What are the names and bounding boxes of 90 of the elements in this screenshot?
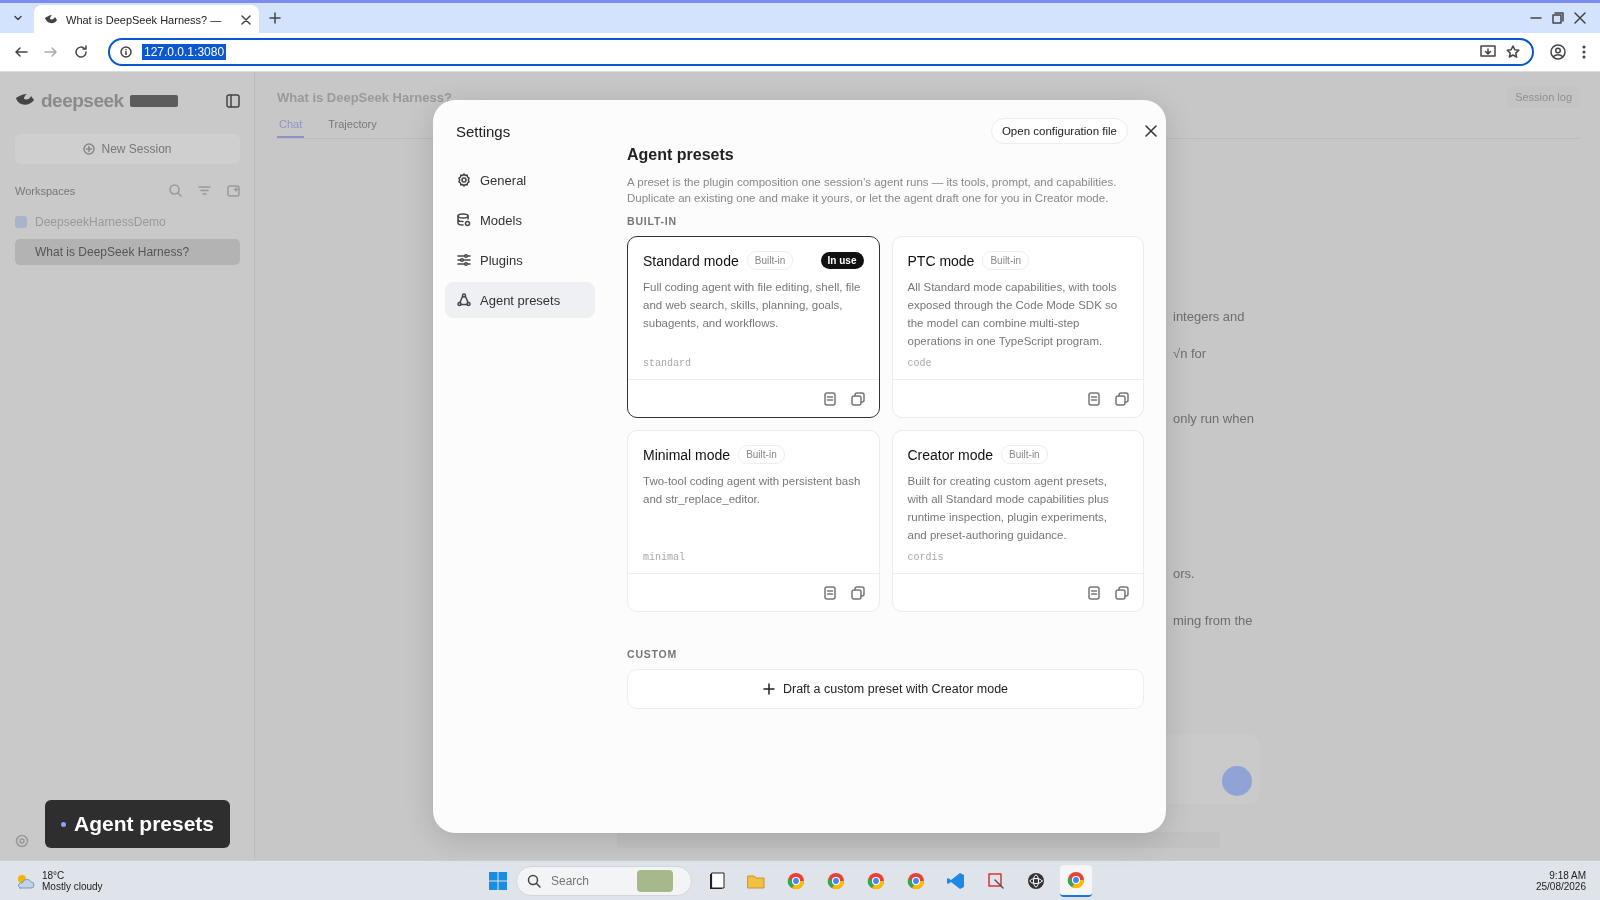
in-use-tag: In use [820, 252, 864, 269]
browser-icon [906, 870, 926, 891]
group-label: CUSTOM [627, 648, 679, 660]
nodes-icon [457, 293, 471, 307]
weather-text: Mostly cloudy [42, 880, 103, 892]
atom-icon [1026, 870, 1046, 891]
built-in-tag: Built-in [738, 445, 785, 464]
message-text: ors. [1173, 566, 1196, 581]
back-icon[interactable] [14, 45, 28, 59]
clock-date: 25/08/2026 [1535, 880, 1586, 892]
section-heading: Agent presets [627, 146, 735, 164]
preset-name: Standard mode [643, 252, 739, 269]
search-input[interactable]: Search [549, 872, 629, 889]
built-in-tag: Built-in [1001, 445, 1048, 464]
copy-icon[interactable] [850, 391, 865, 406]
section-label: Workspaces [15, 184, 76, 197]
sidebar-toggle-icon[interactable] [226, 94, 240, 108]
database-icon [457, 213, 471, 227]
reload-icon[interactable] [74, 45, 88, 59]
dot-icon [61, 821, 66, 827]
preset-card[interactable]: PTC mode Built-in All Standard mode capabilities, with tools exposed through the Code Mode SDK so the model can combine multi-step operations in one TypeScript program. code [891, 236, 1144, 418]
more-menu-icon[interactable] [1582, 45, 1586, 59]
temperature-text: 18°C [42, 869, 66, 881]
restore-icon[interactable] [1552, 12, 1564, 24]
preset-description: Two-tool coding agent with persistent bash and str_replace_editor. [642, 474, 862, 507]
built-in-tag: Built-in [746, 251, 794, 270]
settings-nav-item[interactable]: General [445, 162, 595, 198]
preset-card[interactable]: Creator mode Built-in Built for creating custom agent presets, with all Standard mode capabilities plus runtime inspection, plugin experiments, and preset-authoring guidance. cordis [891, 430, 1144, 612]
browser-icon [786, 870, 806, 891]
document-icon[interactable] [1087, 585, 1101, 600]
new-tab-icon[interactable] [269, 12, 281, 24]
browser-icon [826, 870, 846, 891]
copy-icon[interactable] [1115, 585, 1129, 600]
plus-circle-icon [83, 143, 96, 155]
copy-icon[interactable] [850, 585, 865, 600]
session-item[interactable]: What is DeepSeek Harness? [15, 239, 240, 265]
message-text: only run when [1173, 411, 1255, 426]
preset-description: Built for creating custom agent presets, with all Standard mode capabilities plus runtime inspection, plugin experiments, and preset-authoring guidance. [906, 474, 1110, 543]
brand-name: deepseek [41, 90, 124, 112]
preset-name: Minimal mode [643, 446, 731, 463]
forward-icon [44, 45, 58, 59]
search-icon [527, 873, 541, 888]
group-label: BUILT-IN [627, 215, 678, 227]
preset-id: cordis [906, 552, 945, 565]
preset-description: All Standard mode capabilities, with tools exposed through the Code Mode SDK so the model can combine multi-step operations in one TypeScript program. [906, 280, 1119, 349]
profile-icon[interactable] [1550, 44, 1566, 60]
code-editor-icon [946, 870, 966, 891]
info-icon [120, 46, 132, 58]
section-description: A preset is the plugin composition one session’s agent runs — its tools, prompt, and capabilities. Duplicate an existing one and make it yours, or let the agent draft one for you in Creator mode. [627, 175, 1118, 206]
preset-description: Full coding agent with file editing, shell, file and web search, skills, planning, goals, subagents, and workflows. [642, 280, 862, 331]
close-icon[interactable] [241, 14, 251, 25]
close-icon[interactable] [1574, 12, 1586, 24]
message-text: √n for [1173, 346, 1208, 361]
copy-icon[interactable] [1115, 391, 1129, 406]
settings-nav-item[interactable]: Agent presets [445, 282, 595, 318]
tab-title: What is DeepSeek Harness? — [66, 13, 223, 26]
preset-card[interactable]: Standard mode Built-in In use Full coding agent with file editing, shell, file and web search, skills, planning, goals, subagents, and workflows. standard [627, 236, 880, 418]
preset-id: minimal [642, 552, 686, 565]
preset-card[interactable]: Minimal mode Built-in Two-tool coding agent with persistent bash and str_replace_editor. minimal [627, 430, 880, 612]
browser-icon [866, 870, 886, 891]
document-icon[interactable] [822, 585, 837, 600]
draft-preset-button[interactable]: Draft a custom preset with Creator mode [627, 669, 1144, 709]
preset-name: Creator mode [907, 446, 994, 463]
address-field[interactable]: 127.0.0.1:3080 [108, 38, 1534, 66]
url-text: 127.0.0.1:3080 [142, 44, 227, 60]
windows-logo-icon[interactable] [488, 870, 508, 891]
close-icon[interactable] [1144, 124, 1158, 138]
settings-nav-item[interactable]: Plugins [445, 242, 595, 278]
document-icon[interactable] [1087, 391, 1101, 406]
browser-tab[interactable]: What is DeepSeek Harness? — [34, 4, 259, 35]
taskbar-search-field[interactable]: Search [516, 865, 692, 896]
plus-icon [762, 683, 775, 695]
sliders-icon [457, 253, 471, 267]
gear-icon [457, 173, 471, 187]
browser-icon [1066, 869, 1086, 890]
clock-time: 9:18 AM [1549, 869, 1586, 881]
preset-id: standard [642, 358, 692, 371]
built-in-tag: Built-in [982, 251, 1029, 270]
bookmark-star-icon[interactable] [1506, 45, 1520, 59]
install-app-icon[interactable] [1480, 45, 1496, 59]
toast-message: Agent presets [45, 800, 231, 848]
message-text: integers and [1173, 309, 1246, 324]
message-text: ming from the [1173, 613, 1254, 628]
dialog-title: Settings [455, 123, 512, 140]
preset-id: code [906, 358, 933, 371]
document-icon[interactable] [822, 391, 837, 406]
settings-nav-item[interactable]: Models [445, 202, 595, 238]
version-tag [129, 95, 178, 107]
open-config-button[interactable]: Open configuration file [990, 118, 1128, 144]
preset-name: PTC mode [907, 252, 975, 269]
